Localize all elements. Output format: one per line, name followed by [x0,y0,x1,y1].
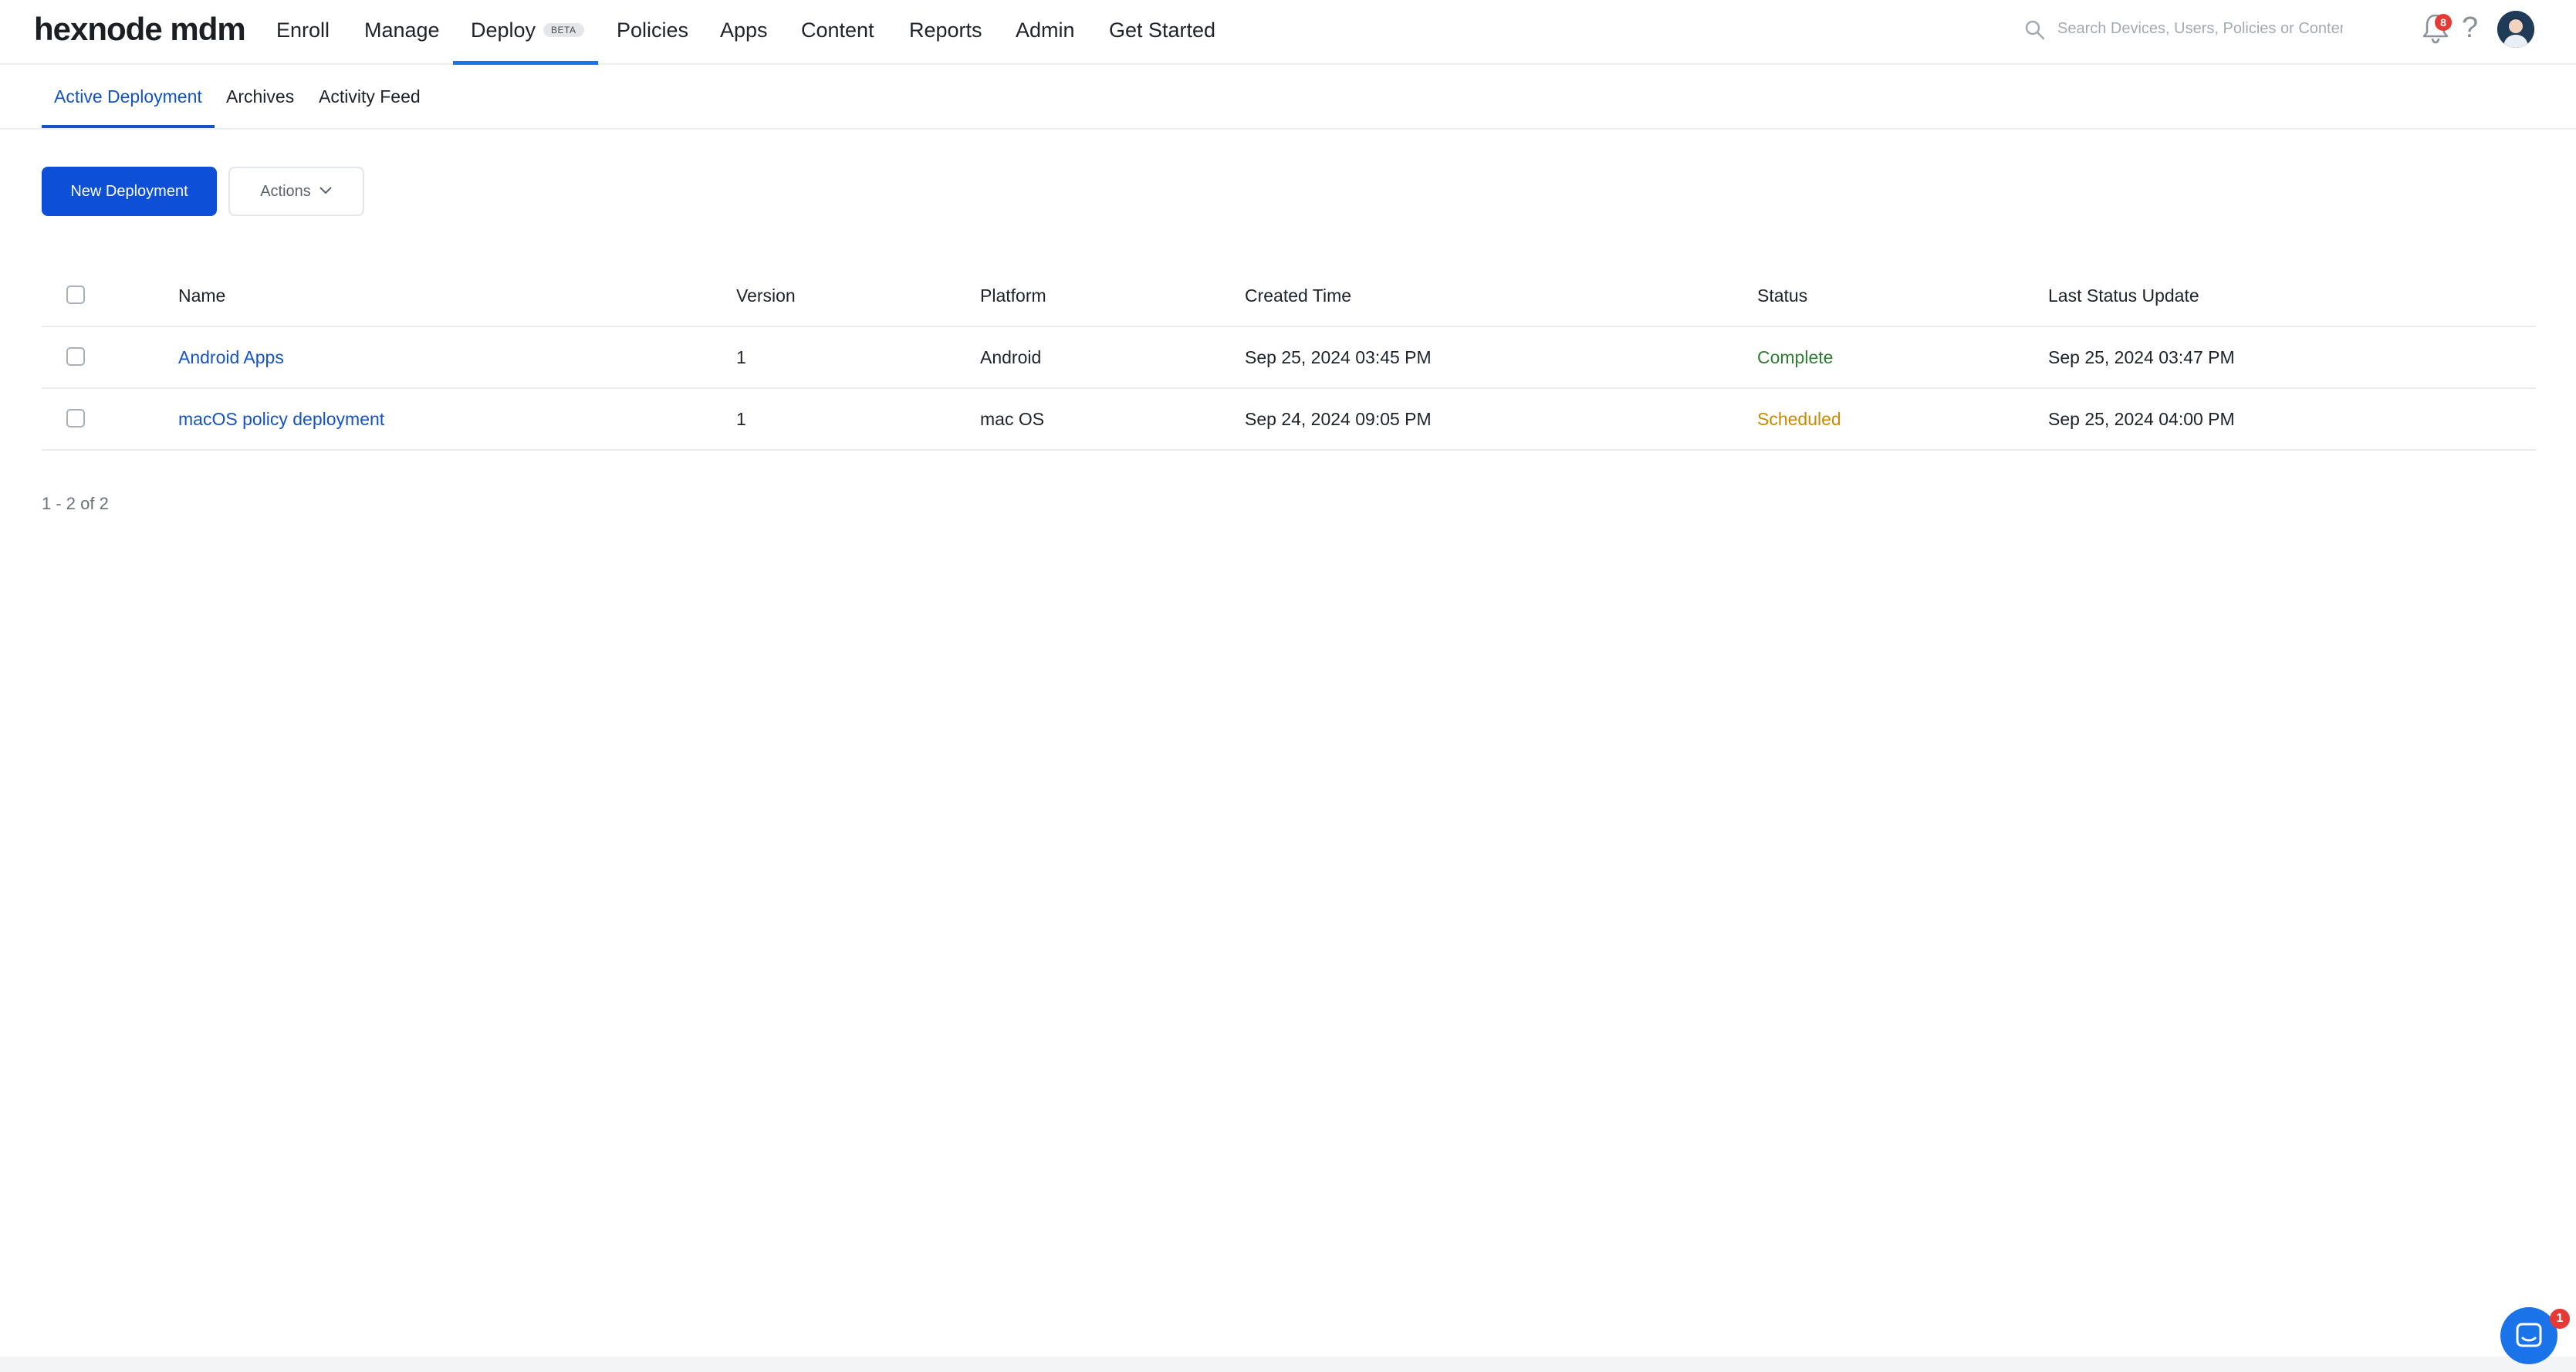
table-header-row: Name Version Platform Created Time Statu… [42,265,2536,327]
tab-archives[interactable]: Archives [226,65,294,128]
nav-content[interactable]: Content [801,0,874,65]
notification-badge: 8 [2435,14,2452,31]
new-deployment-button[interactable]: New Deployment [42,167,217,216]
actions-label: Actions [260,183,311,200]
col-header-version[interactable]: Version [736,265,796,326]
beta-badge: BETA [543,22,584,37]
help-icon[interactable]: ? [2462,5,2478,51]
last-status-update-cell: Sep 25, 2024 03:47 PM [2048,347,2235,367]
tab-activity-feed[interactable]: Activity Feed [319,65,421,128]
avatar-person-icon [2497,11,2534,48]
user-avatar[interactable] [2497,11,2534,48]
deployment-name-link[interactable]: macOS policy deployment [178,389,384,449]
created-time-cell: Sep 25, 2024 03:45 PM [1245,347,1432,367]
chat-badge: 1 [2550,1309,2570,1329]
status-cell: Complete [1757,347,1834,367]
chat-icon [2516,1323,2542,1347]
version-cell: 1 [736,347,746,367]
col-header-status[interactable]: Status [1757,265,1807,326]
global-search [2023,14,2348,45]
sub-tabs: Active Deployment Archives Activity Feed [0,65,2576,130]
platform-cell: mac OS [980,409,1045,429]
nav-apps[interactable]: Apps [720,0,768,65]
last-status-update-cell: Sep 25, 2024 04:00 PM [2048,409,2235,429]
col-header-created-time[interactable]: Created Time [1245,265,1351,326]
select-all-checkbox[interactable] [66,286,85,304]
nav-reports[interactable]: Reports [909,0,982,65]
platform-cell: Android [980,347,1042,367]
created-time-cell: Sep 24, 2024 09:05 PM [1245,409,1432,429]
nav-deploy[interactable]: Deploy BETA [453,0,598,65]
nav-policies[interactable]: Policies [617,0,688,65]
deployments-table: Name Version Platform Created Time Statu… [42,265,2536,451]
row-checkbox[interactable] [66,347,85,366]
nav-enroll[interactable]: Enroll [276,0,330,65]
nav-admin[interactable]: Admin [1016,0,1075,65]
nav-deploy-label: Deploy [471,19,536,42]
search-input[interactable] [2057,15,2343,42]
chevron-down-icon [319,187,332,194]
row-checkbox[interactable] [66,409,85,427]
version-cell: 1 [736,409,746,429]
col-header-last-status-update[interactable]: Last Status Update [2048,265,2199,326]
nav-get-started[interactable]: Get Started [1109,0,1215,65]
col-header-name[interactable]: Name [178,265,225,326]
tab-active-deployment[interactable]: Active Deployment [42,65,215,128]
chat-launcher[interactable] [2500,1307,2557,1364]
col-header-platform[interactable]: Platform [980,265,1046,326]
deployment-name-link[interactable]: Android Apps [178,327,284,387]
top-navigation: hexnode mdm Enroll Manage Deploy BETA Pol… [0,0,2576,65]
actions-dropdown-button[interactable]: Actions [228,167,364,216]
footer-strip [0,1357,2576,1372]
table-row: Android Apps 1 Android Sep 25, 2024 03:4… [42,327,2536,389]
hexnode-logo[interactable]: hexnode mdm [34,8,246,51]
search-icon [2025,20,2045,40]
status-cell: Scheduled [1757,409,1841,429]
table-row: macOS policy deployment 1 mac OS Sep 24,… [42,389,2536,451]
pagination-summary: 1 - 2 of 2 [42,494,109,513]
nav-manage[interactable]: Manage [364,0,440,65]
